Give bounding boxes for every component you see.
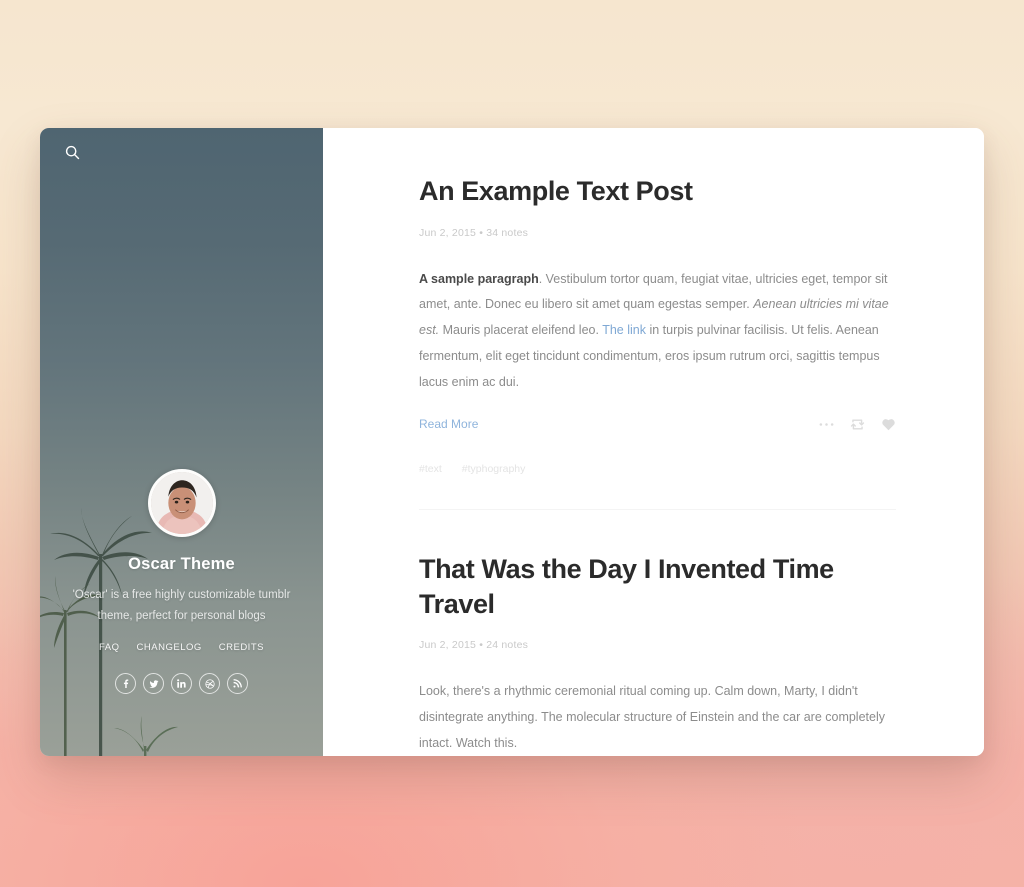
post-body-inline-link[interactable]: The link — [602, 323, 646, 337]
post-body: A sample paragraph. Vestibulum tortor qu… — [419, 267, 896, 396]
blog-description: 'Oscar' is a free highly customizable tu… — [72, 589, 291, 622]
social-link-linkedin[interactable] — [171, 673, 192, 694]
post-title[interactable]: That Was the Day I Invented Time Travel — [419, 552, 896, 621]
post-meta: Jun 2, 2015 • 24 notes — [419, 639, 529, 652]
more-options-icon — [819, 423, 834, 426]
reblog-icon — [850, 419, 865, 430]
post-tags: #text #typhography — [419, 463, 896, 475]
post-body-lead: A sample paragraph — [419, 271, 539, 286]
post-meta: Jun 2, 2015 • 34 notes — [419, 226, 529, 239]
blog-title: Oscar Theme — [128, 555, 235, 574]
post-item: That Was the Day I Invented Time Travel … — [419, 552, 896, 756]
linkedin-icon — [177, 679, 186, 688]
social-link-twitter[interactable] — [143, 673, 164, 694]
sidebar-nav-changelog[interactable]: CHANGELOG — [137, 642, 202, 653]
search-icon — [65, 145, 79, 159]
sidebar-nav: FAQ CHANGELOG CREDITS — [54, 642, 309, 653]
posts-column: An Example Text Post Jun 2, 2015 • 34 no… — [323, 128, 984, 756]
social-link-facebook[interactable] — [115, 673, 136, 694]
more-options-button[interactable] — [819, 422, 834, 427]
browser-preview-card: Oscar Theme 'Oscar' is a free highly cus… — [40, 128, 984, 756]
rss-icon — [233, 679, 242, 688]
avatar[interactable] — [147, 469, 216, 538]
sidebar-profile: Oscar Theme 'Oscar' is a free highly cus… — [40, 469, 323, 694]
sidebar-nav-credits[interactable]: CREDITS — [219, 642, 264, 653]
reblog-button[interactable] — [850, 418, 865, 431]
post-tag[interactable]: #text — [419, 463, 442, 475]
social-link-dribbble[interactable] — [199, 673, 220, 694]
avatar-portrait-image — [150, 472, 213, 535]
post-tag[interactable]: #typhography — [462, 463, 526, 475]
post-actions: Read More — [419, 417, 896, 431]
post-item: An Example Text Post Jun 2, 2015 • 34 no… — [419, 174, 896, 475]
sidebar: Oscar Theme 'Oscar' is a free highly cus… — [40, 128, 323, 756]
dribbble-icon — [204, 678, 215, 689]
like-heart-icon — [882, 419, 895, 431]
post-body-part-2: Mauris placerat eleifend leo. — [439, 323, 603, 338]
like-button[interactable] — [881, 417, 896, 431]
sidebar-nav-faq[interactable]: FAQ — [99, 642, 120, 653]
read-more-link[interactable]: Read More — [419, 417, 478, 431]
post-body: Look, there's a rhythmic ceremonial ritu… — [419, 684, 885, 750]
social-link-rss[interactable] — [227, 673, 248, 694]
post-title[interactable]: An Example Text Post — [419, 174, 896, 209]
facebook-icon — [123, 679, 129, 688]
post-divider — [419, 509, 896, 511]
search-button[interactable] — [58, 138, 86, 166]
post-action-icons — [819, 417, 896, 431]
twitter-icon — [148, 679, 158, 688]
social-links — [54, 673, 309, 694]
